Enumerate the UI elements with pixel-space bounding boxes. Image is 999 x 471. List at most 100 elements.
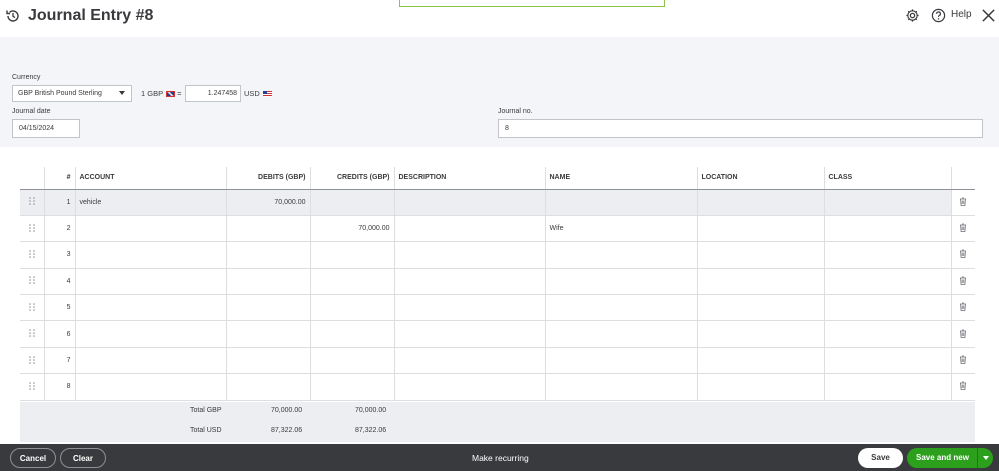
name-cell[interactable] — [544, 347, 697, 375]
name-cell[interactable] — [544, 320, 697, 348]
chevron-down-icon[interactable] — [983, 456, 989, 460]
gear-icon[interactable] — [905, 8, 920, 23]
account-cell[interactable] — [74, 215, 226, 243]
clear-button[interactable]: Clear — [60, 448, 106, 468]
debit-cell[interactable] — [225, 320, 310, 348]
table-row[interactable]: 1 vehicle 70,000.00 — [20, 189, 975, 216]
description-cell[interactable] — [393, 347, 545, 375]
drag-handle-icon[interactable] — [20, 347, 44, 375]
trash-icon[interactable] — [950, 241, 975, 269]
name-cell[interactable] — [544, 373, 697, 401]
trash-icon[interactable] — [950, 294, 975, 322]
account-cell[interactable]: vehicle — [74, 189, 226, 216]
debit-cell[interactable] — [225, 215, 310, 243]
name-cell[interactable] — [544, 268, 697, 296]
credit-cell[interactable] — [309, 347, 394, 375]
location-cell[interactable] — [696, 294, 824, 322]
location-cell[interactable] — [696, 215, 824, 243]
debit-cell[interactable] — [225, 347, 310, 375]
account-cell[interactable] — [74, 241, 226, 269]
location-cell[interactable] — [696, 189, 824, 216]
history-icon[interactable] — [5, 8, 21, 24]
debit-cell[interactable] — [225, 373, 310, 401]
drag-handle-icon[interactable] — [20, 215, 44, 243]
help-link[interactable]: Help — [951, 9, 972, 20]
description-cell[interactable] — [393, 189, 545, 216]
table-row[interactable]: 5 — [20, 294, 975, 322]
trash-icon[interactable] — [950, 347, 975, 375]
credit-cell[interactable] — [309, 320, 394, 348]
trash-icon[interactable] — [950, 215, 975, 243]
debit-cell[interactable] — [225, 294, 310, 322]
credit-cell[interactable] — [309, 373, 394, 401]
journal-date-input[interactable]: 04/15/2024 — [12, 119, 80, 138]
description-cell[interactable] — [393, 268, 545, 296]
drag-handle-icon[interactable] — [20, 294, 44, 322]
drag-handle-icon[interactable] — [20, 373, 44, 401]
table-row[interactable]: 7 — [20, 347, 975, 375]
class-cell[interactable] — [823, 294, 951, 322]
name-cell[interactable] — [544, 189, 697, 216]
total-usd-credit: 87,322.06 — [355, 427, 387, 434]
class-cell[interactable] — [823, 189, 951, 216]
drag-handle-icon[interactable] — [20, 320, 44, 348]
name-cell[interactable]: Wife — [544, 215, 697, 243]
trash-icon[interactable] — [950, 320, 975, 348]
location-cell[interactable] — [696, 241, 824, 269]
exchange-rate-suffix: USD — [244, 89, 272, 98]
trash-icon[interactable] — [950, 189, 975, 216]
save-button[interactable]: Save — [858, 448, 903, 468]
save-and-new-button[interactable]: Save and new — [907, 448, 993, 468]
credit-cell[interactable] — [309, 294, 394, 322]
class-cell[interactable] — [823, 215, 951, 243]
description-cell[interactable] — [393, 241, 545, 269]
class-cell[interactable] — [823, 347, 951, 375]
split-divider — [977, 448, 978, 468]
close-icon[interactable] — [981, 8, 996, 23]
account-cell[interactable] — [74, 347, 226, 375]
credit-cell[interactable] — [309, 241, 394, 269]
drag-handle-icon[interactable] — [20, 241, 44, 269]
currency-select[interactable]: GBP British Pound Sterling — [12, 85, 132, 102]
drag-handle-icon[interactable] — [20, 268, 44, 296]
debit-cell[interactable]: 70,000.00 — [225, 189, 310, 216]
account-cell[interactable] — [74, 320, 226, 348]
debit-cell[interactable] — [225, 268, 310, 296]
location-cell[interactable] — [696, 320, 824, 348]
location-cell[interactable] — [696, 347, 824, 375]
trash-icon[interactable] — [950, 373, 975, 401]
cancel-button[interactable]: Cancel — [10, 448, 56, 468]
location-cell[interactable] — [696, 373, 824, 401]
table-row[interactable]: 3 — [20, 241, 975, 269]
credit-cell[interactable]: 70,000.00 — [309, 215, 394, 243]
description-cell[interactable] — [393, 373, 545, 401]
trash-icon[interactable] — [950, 268, 975, 296]
location-cell[interactable] — [696, 268, 824, 296]
exchange-rate-input[interactable]: 1.247458 — [185, 85, 241, 102]
table-row[interactable]: 6 — [20, 320, 975, 348]
make-recurring-link[interactable]: Make recurring — [472, 453, 529, 463]
name-cell[interactable] — [544, 294, 697, 322]
debit-cell[interactable] — [225, 241, 310, 269]
account-cell[interactable] — [74, 294, 226, 322]
description-cell[interactable] — [393, 320, 545, 348]
account-cell[interactable] — [74, 268, 226, 296]
journal-no-input[interactable]: 8 — [498, 119, 983, 138]
drag-handle-icon[interactable] — [20, 189, 44, 216]
table-row[interactable]: 4 — [20, 268, 975, 296]
table-row[interactable]: 2 70,000.00 Wife — [20, 215, 975, 243]
uk-flag-icon — [166, 91, 176, 98]
class-cell[interactable] — [823, 373, 951, 401]
name-cell[interactable] — [544, 241, 697, 269]
action-footer: Cancel Clear Make recurring Save Save an… — [0, 444, 999, 471]
account-cell[interactable] — [74, 373, 226, 401]
credit-cell[interactable] — [309, 268, 394, 296]
table-row[interactable]: 8 — [20, 373, 975, 401]
description-cell[interactable] — [393, 294, 545, 322]
description-cell[interactable] — [393, 215, 545, 243]
class-cell[interactable] — [823, 320, 951, 348]
class-cell[interactable] — [823, 268, 951, 296]
credit-cell[interactable] — [309, 189, 394, 216]
class-cell[interactable] — [823, 241, 951, 269]
help-icon[interactable] — [931, 8, 946, 23]
